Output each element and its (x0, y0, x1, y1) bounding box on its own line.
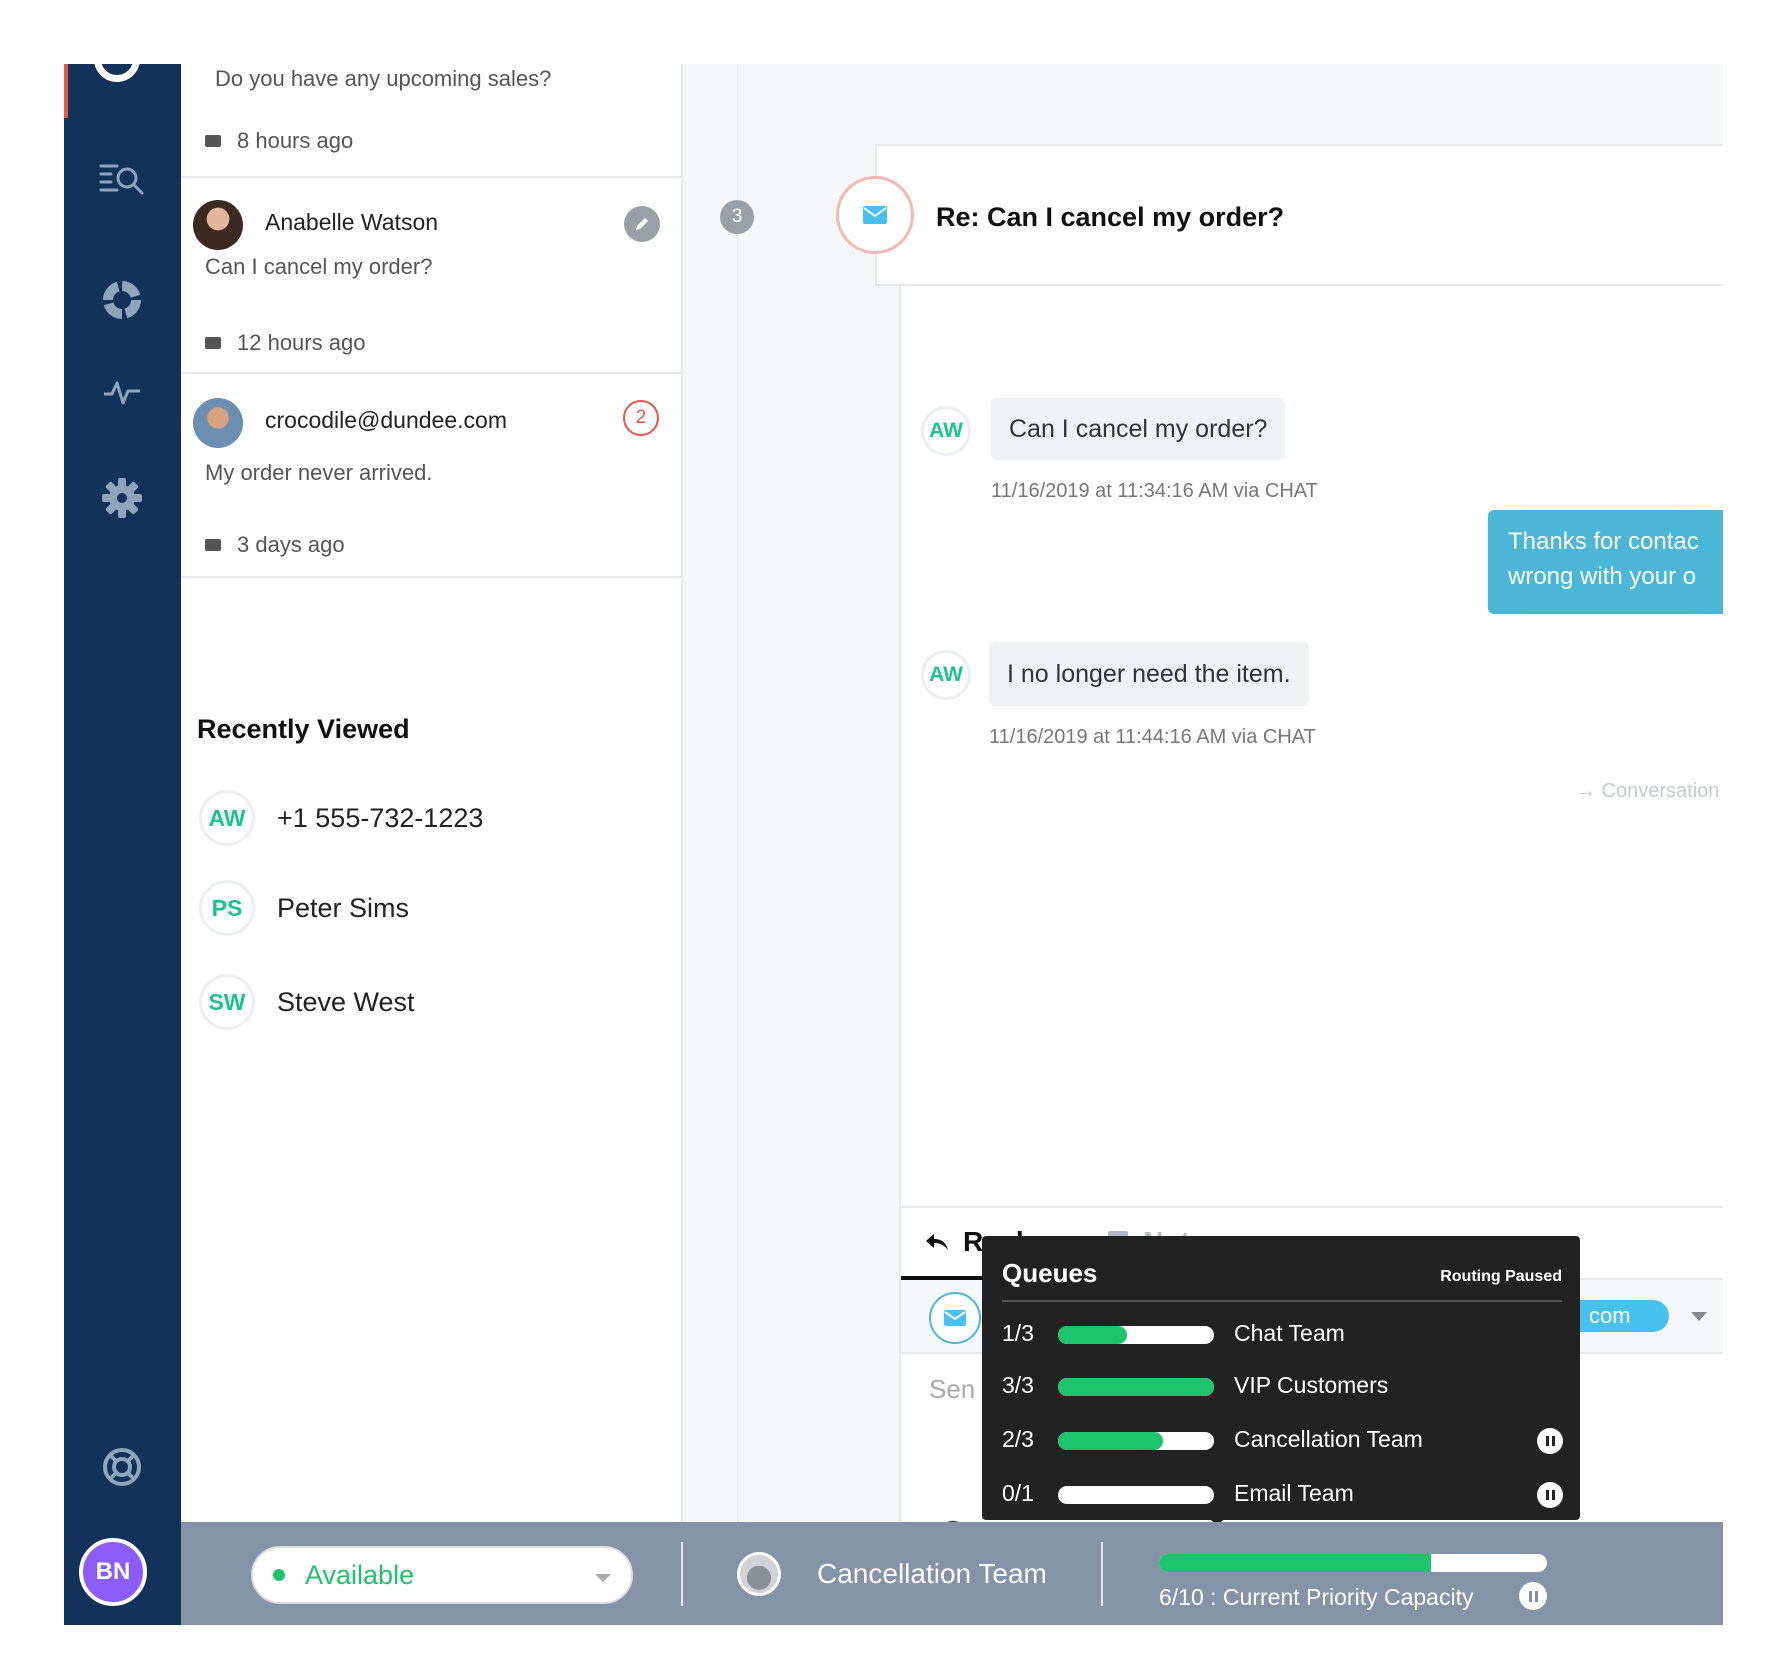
pause-icon[interactable] (1537, 1428, 1563, 1454)
conversation-time: 3 days ago (205, 532, 345, 558)
contact-name: Anabelle Watson (265, 209, 439, 235)
recently-viewed-label: +1 555-732-1223 (277, 802, 484, 833)
conversation-list: Do you have any upcoming sales? 8 hours … (181, 64, 683, 1522)
team-label[interactable]: Cancellation Team (817, 1558, 1047, 1590)
queue-name: VIP Customers (1234, 1372, 1389, 1398)
capacity-label: 6/10 : Current Priority Capacity (1159, 1584, 1474, 1610)
activity-icon[interactable] (94, 364, 150, 420)
queue-progress-fill (1058, 1432, 1163, 1450)
initials-avatar: PS (199, 880, 255, 936)
queue-name: Cancellation Team (1234, 1426, 1423, 1452)
queue-count: 1/3 (1002, 1320, 1034, 1346)
queues-title: Queues (1002, 1258, 1098, 1288)
queue-count: 0/1 (1002, 1480, 1034, 1506)
availability-select[interactable]: Available (251, 1546, 633, 1604)
email-channel-icon[interactable] (929, 1292, 981, 1344)
mail-icon (205, 135, 221, 147)
reply-arrow-icon (926, 1234, 948, 1250)
timeline-line (737, 64, 739, 1522)
customer-message: Can I cancel my order? (991, 398, 1286, 460)
conversation-title: Re: Can I cancel my order? (936, 202, 1285, 232)
conversation-link[interactable]: → Conversation (1576, 780, 1719, 803)
reply-input[interactable]: Sen (929, 1374, 975, 1405)
availability-label: Available (305, 1559, 415, 1590)
queue-row: 1/3 Chat Team (1002, 1314, 1562, 1354)
divider (681, 1542, 683, 1606)
conversation-item[interactable]: crocodile@dundee.com 2 My order never ar… (181, 374, 681, 578)
customer-message: I no longer need the item. (989, 642, 1309, 706)
active-indicator (64, 64, 68, 118)
queue-row: 3/3 VIP Customers (1002, 1366, 1562, 1406)
chevron-down-icon (595, 1574, 611, 1582)
contact-name: crocodile@dundee.com (265, 407, 507, 433)
team-photo (737, 1552, 781, 1596)
app-window: BN Do you have any upcoming sales? 8 hou… (64, 64, 1723, 1625)
queue-name: Email Team (1234, 1480, 1354, 1506)
recently-viewed-item[interactable]: AW +1 555-732-1223 (199, 790, 483, 846)
contact-photo (193, 200, 243, 250)
divider (1101, 1542, 1103, 1606)
conversation-item[interactable]: Anabelle Watson Can I cancel my order? 1… (181, 178, 681, 374)
status-dot (273, 1569, 285, 1581)
contact-photo (193, 398, 243, 448)
queue-progress (1058, 1378, 1214, 1396)
queue-progress-fill (1058, 1378, 1214, 1396)
conversation-preview: My order never arrived. (205, 460, 433, 485)
agent-message: Thanks for contac wrong with your o (1488, 510, 1723, 614)
conversation-item[interactable]: Do you have any upcoming sales? 8 hours … (181, 64, 681, 178)
queue-progress (1058, 1326, 1214, 1344)
initials-avatar: SW (199, 974, 255, 1030)
routing-status: Routing Paused (1440, 1268, 1562, 1285)
search-list-icon[interactable] (94, 150, 150, 206)
divider (1002, 1300, 1562, 1302)
step-badge: 3 (720, 200, 754, 234)
customer-avatar: AW (921, 650, 971, 700)
recently-viewed-item[interactable]: PS Peter Sims (199, 880, 409, 936)
recently-viewed-item[interactable]: SW Steve West (199, 974, 415, 1030)
settings-gear-icon[interactable] (94, 470, 150, 526)
queue-row: 2/3 Cancellation Team (1002, 1420, 1563, 1460)
pause-icon[interactable] (1519, 1582, 1547, 1610)
reports-donut-icon[interactable] (94, 272, 150, 328)
help-lifebuoy-icon[interactable] (94, 1439, 150, 1495)
conversation-preview: Do you have any upcoming sales? (215, 66, 552, 91)
queue-progress (1058, 1432, 1214, 1450)
message-meta: 11/16/2019 at 11:44:16 AM via CHAT (989, 726, 1316, 748)
initials-avatar: AW (199, 790, 255, 846)
mail-icon (205, 337, 221, 349)
recently-viewed-label: Peter Sims (277, 892, 410, 923)
status-bar: Available Cancellation Team 6/10 : Curre… (181, 1522, 1723, 1625)
edit-pencil-icon[interactable] (624, 206, 660, 242)
queue-count: 3/3 (1002, 1372, 1034, 1398)
recently-viewed-title: Recently Viewed (197, 714, 410, 744)
conversation-time: 8 hours ago (205, 128, 353, 154)
queue-progress-fill (1058, 1326, 1127, 1344)
customer-avatar: AW (921, 406, 971, 456)
user-avatar[interactable]: BN (79, 1538, 147, 1606)
queue-progress (1058, 1486, 1214, 1504)
message-meta: 11/16/2019 at 11:34:16 AM via CHAT (991, 480, 1318, 502)
queues-popover: Queues Routing Paused 1/3 Chat Team 3/3 … (982, 1236, 1580, 1520)
chevron-down-icon[interactable] (1691, 1312, 1707, 1321)
mail-icon (205, 539, 221, 551)
logo-icon[interactable] (94, 64, 140, 82)
queue-row: 0/1 Email Team (1002, 1474, 1563, 1514)
queue-count: 2/3 (1002, 1426, 1034, 1452)
conversation-time: 12 hours ago (205, 330, 365, 356)
unread-count-badge: 2 (623, 400, 659, 436)
recently-viewed-label: Steve West (277, 986, 415, 1017)
nav-rail: BN (64, 64, 181, 1625)
queue-name: Chat Team (1234, 1320, 1345, 1346)
conversation-preview: Can I cancel my order? (205, 254, 433, 279)
pause-icon[interactable] (1537, 1482, 1563, 1508)
capacity-progress-fill (1159, 1554, 1431, 1572)
email-channel-icon (836, 176, 914, 254)
capacity-progress[interactable] (1159, 1554, 1547, 1572)
